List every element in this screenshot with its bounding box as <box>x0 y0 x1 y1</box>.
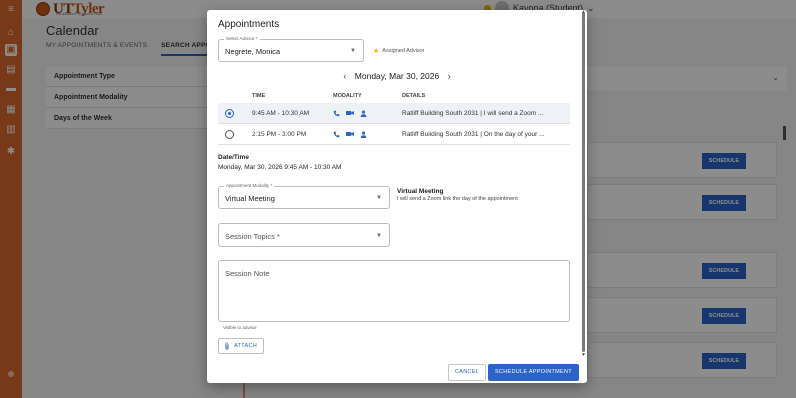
caret-down-icon: ▼ <box>376 195 382 201</box>
modality-info-desc: I will send a Zoom link the day of the a… <box>397 196 518 202</box>
scroll-down-icon[interactable]: ▼ <box>581 352 586 358</box>
paperclip-icon <box>225 342 229 350</box>
assigned-advisor-indicator: ★ Assigned Advisor <box>373 47 424 55</box>
slot-radio[interactable] <box>224 129 234 139</box>
schedule-appointment-button[interactable]: SCHEDULE APPOINTMENT <box>488 364 579 381</box>
modality-label: Appointment Modality * <box>224 183 275 188</box>
cancel-button[interactable]: CANCEL <box>448 364 487 381</box>
slot-time: 2:15 PM - 3:00 PM <box>252 130 307 138</box>
video-icon <box>346 132 354 136</box>
appointments-dialog: Appointments ▲ ▼ Select Advisor * Negret… <box>207 10 587 383</box>
phone-icon <box>333 110 340 116</box>
phone-icon <box>333 131 340 137</box>
next-day-button[interactable]: › <box>442 71 457 81</box>
modality-value: Virtual Meeting <box>225 194 275 203</box>
slot-details: Ratliff Building South 2031 | I will sen… <box>402 109 544 117</box>
slot-details: Ratliff Building South 2031 | On the day… <box>402 130 545 138</box>
datetime-value: Monday, Mar 30, 2026 9:45 AM - 10:30 AM <box>218 164 342 171</box>
datetime-label: Date/Time <box>218 154 249 161</box>
prev-day-button[interactable]: ‹ <box>337 71 352 81</box>
advisor-value: Negrete, Monica <box>225 47 281 56</box>
table-row[interactable]: 2:15 PM - 3:00 PM Ratliff Building South… <box>218 124 570 145</box>
current-date: Monday, Mar 30, 2026 <box>354 71 440 81</box>
dialog-title: Appointments <box>218 19 280 30</box>
slot-time: 9:45 AM - 10:30 AM <box>252 109 310 117</box>
attach-label: ATTACH <box>234 343 257 349</box>
modality-icons <box>333 131 402 138</box>
session-note-helper: Visible to advisor <box>223 325 257 330</box>
slot-radio[interactable] <box>224 108 234 118</box>
session-topics-placeholder: Session Topics * <box>225 232 280 241</box>
header-modality: MODALITY <box>333 93 362 99</box>
table-row[interactable]: 9:45 AM - 10:30 AM Ratliff Building Sout… <box>218 103 570 124</box>
session-note-placeholder: Session Note <box>225 269 270 278</box>
assigned-advisor-text: Assigned Advisor <box>382 48 425 54</box>
modality-info-title: Virtual Meeting <box>397 188 444 195</box>
advisor-select[interactable]: Select Advisor * Negrete, Monica ▼ <box>218 36 364 62</box>
session-topics-select[interactable]: Session Topics * ▼ <box>218 223 390 247</box>
caret-down-icon: ▼ <box>350 48 356 54</box>
time-slots-table: TIME MODALITY DETAILS 9:45 AM - 10:30 AM… <box>218 93 570 145</box>
header-details: DETAILS <box>402 93 426 99</box>
date-navigator: ‹ Monday, Mar 30, 2026 › <box>207 71 587 81</box>
table-header: TIME MODALITY DETAILS <box>218 93 570 103</box>
attach-button[interactable]: ATTACH <box>218 338 264 354</box>
star-icon: ★ <box>373 48 380 55</box>
session-note-field[interactable]: Session Note <box>218 260 570 322</box>
scroll-up-icon[interactable]: ▲ <box>581 10 586 15</box>
advisor-label: Select Advisor * <box>224 36 260 41</box>
person-icon <box>360 131 367 138</box>
dialog-scrollbar[interactable] <box>582 12 585 352</box>
caret-down-icon: ▼ <box>376 233 382 239</box>
person-icon <box>360 110 367 117</box>
modality-select[interactable]: Appointment Modality * Virtual Meeting ▼ <box>218 183 390 209</box>
modality-icons <box>333 110 402 117</box>
video-icon <box>346 111 354 115</box>
header-time: TIME <box>252 93 266 99</box>
